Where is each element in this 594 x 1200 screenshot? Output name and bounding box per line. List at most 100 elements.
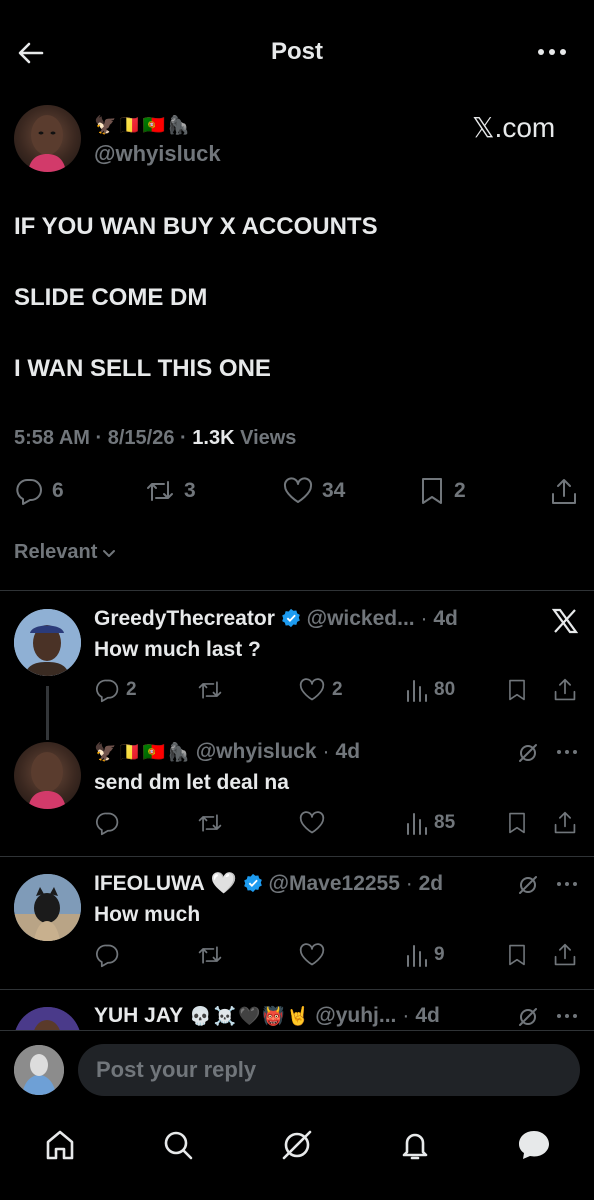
reply-views[interactable]: 85 [404, 810, 455, 836]
reply-repost-button[interactable] [196, 677, 224, 703]
reply-handle[interactable]: @wicked... [307, 607, 415, 630]
reply-bookmark-button[interactable] [506, 943, 528, 967]
reply-reply-button[interactable] [94, 942, 120, 968]
analytics-icon [407, 813, 427, 835]
bookmark-icon [422, 478, 442, 504]
reply-header: GreedyThecreator @wicked... · 4d [94, 607, 458, 630]
reply-button[interactable]: 6 [14, 476, 64, 506]
grok-icon[interactable] [517, 874, 539, 896]
reply-reply-button[interactable] [94, 810, 120, 836]
search-icon[interactable] [161, 1128, 195, 1162]
heart-icon [283, 477, 313, 503]
reply-repost-button[interactable] [196, 942, 224, 968]
sort-dropdown[interactable]: Relevant [14, 541, 117, 564]
home-icon[interactable] [43, 1128, 77, 1162]
reply-icon [96, 944, 119, 968]
reply-header: YUH JAY 💀 ☠️ 🖤 👹 🤘 @yuhj... · 4d [94, 1004, 440, 1028]
reply-handle[interactable]: @yuhj... [315, 1004, 396, 1028]
verified-badge-icon [281, 608, 300, 628]
author-handle[interactable]: @whyisluck [94, 141, 221, 167]
emoji: 🇵🇹 [142, 115, 166, 135]
page-title: Post [270, 38, 323, 65]
share-icon [554, 811, 576, 834]
bookmark-button[interactable]: 2 [418, 476, 466, 506]
reply-age: 2d [418, 872, 444, 895]
reply-age: 4d [433, 607, 458, 630]
author-name[interactable]: 🦅 🇧🇪 🇵🇹 🦍 [94, 115, 190, 135]
reply-avatar[interactable] [14, 742, 81, 809]
reply-avatar[interactable] [14, 609, 81, 676]
reply-author-name[interactable]: YUH JAY [94, 1004, 183, 1028]
reply-item[interactable]: YUH JAY 💀 ☠️ 🖤 👹 🤘 @yuhj... · 4d [0, 990, 594, 1030]
reply-author-name[interactable]: 🦅 🇧🇪 🇵🇹 🦍 [94, 742, 190, 762]
my-avatar[interactable] [14, 1045, 64, 1095]
reply-author-name[interactable]: IFEOLUWA [94, 872, 205, 895]
reply-icon [96, 679, 119, 703]
sort-label: Relevant [14, 541, 98, 563]
reply-age: 4d [335, 740, 361, 763]
like-button[interactable]: 34 [282, 476, 345, 506]
reply-views[interactable]: 9 [404, 942, 445, 968]
x-watermark: 𝕏.com [472, 112, 556, 143]
notifications-icon[interactable] [398, 1128, 432, 1162]
messages-icon[interactable] [516, 1128, 552, 1162]
share-button[interactable] [550, 477, 578, 507]
reply-icon [96, 812, 119, 836]
divider [0, 856, 594, 857]
reply-share-button[interactable] [553, 810, 577, 836]
emoji: 🇧🇪 [118, 115, 141, 135]
post-text-line: SLIDE COME DM [14, 284, 208, 311]
reply-share-button[interactable] [553, 942, 577, 968]
share-icon [554, 943, 576, 966]
more-options-icon[interactable] [536, 44, 568, 60]
post-text-line: I WAN SELL THIS ONE [14, 355, 271, 382]
reply-input[interactable]: Post your reply [78, 1044, 580, 1096]
chevron-down-icon [103, 549, 116, 557]
share-icon [554, 678, 576, 701]
reply-bookmark-button[interactable] [506, 678, 528, 702]
reply-views[interactable]: 80 [404, 677, 455, 703]
emoji: 🦍 [167, 115, 190, 135]
reply-icon [16, 478, 42, 505]
more-options-icon[interactable] [556, 880, 578, 888]
repost-icon [198, 946, 222, 964]
reply-reply-button[interactable]: 2 [94, 677, 137, 703]
grok-icon[interactable] [517, 742, 539, 764]
bookmark-icon [509, 944, 525, 966]
grok-icon[interactable] [280, 1128, 314, 1162]
grok-icon[interactable] [517, 1006, 539, 1028]
more-options-icon[interactable] [556, 1012, 578, 1020]
reply-repost-button[interactable] [196, 810, 224, 836]
reply-like-button[interactable] [298, 810, 326, 836]
reply-handle[interactable]: @Mave12255 [269, 872, 400, 895]
divider [0, 590, 594, 591]
heart-icon [299, 811, 325, 834]
reply-composer: Post your reply [0, 1030, 594, 1110]
post-meta: 5:58 AM · 8/15/26 · 1.3K Views [14, 427, 297, 449]
reply-input-placeholder: Post your reply [96, 1057, 257, 1082]
reply-header: 🦅 🇧🇪 🇵🇹 🦍 @whyisluck · 4d [94, 740, 361, 764]
thread-line [46, 686, 49, 740]
emoji: 🦅 [94, 115, 117, 135]
post-date: 8/15/26 [107, 427, 175, 449]
reply-handle[interactable]: @whyisluck [196, 740, 317, 764]
more-options-icon[interactable] [556, 748, 578, 756]
reply-author-name[interactable]: GreedyThecreator [94, 607, 275, 630]
repost-icon [198, 681, 222, 699]
author-avatar[interactable] [14, 105, 81, 172]
views-label: Views [240, 427, 297, 449]
analytics-icon [407, 680, 427, 702]
reply-bookmark-button[interactable] [506, 811, 528, 835]
bottom-nav [0, 1110, 594, 1200]
reply-like-button[interactable]: 2 [298, 677, 343, 703]
repost-button[interactable]: 3 [144, 476, 196, 506]
reply-share-button[interactable] [553, 677, 577, 703]
reply-avatar[interactable] [14, 1007, 81, 1030]
heart-icon [299, 943, 325, 966]
share-icon [552, 479, 576, 504]
reply-avatar[interactable] [14, 874, 81, 941]
post-text-line: IF YOU WAN BUY X ACCOUNTS [14, 213, 378, 240]
reply-like-button[interactable] [298, 942, 326, 968]
analytics-icon [407, 945, 427, 967]
bookmark-icon [509, 812, 525, 834]
